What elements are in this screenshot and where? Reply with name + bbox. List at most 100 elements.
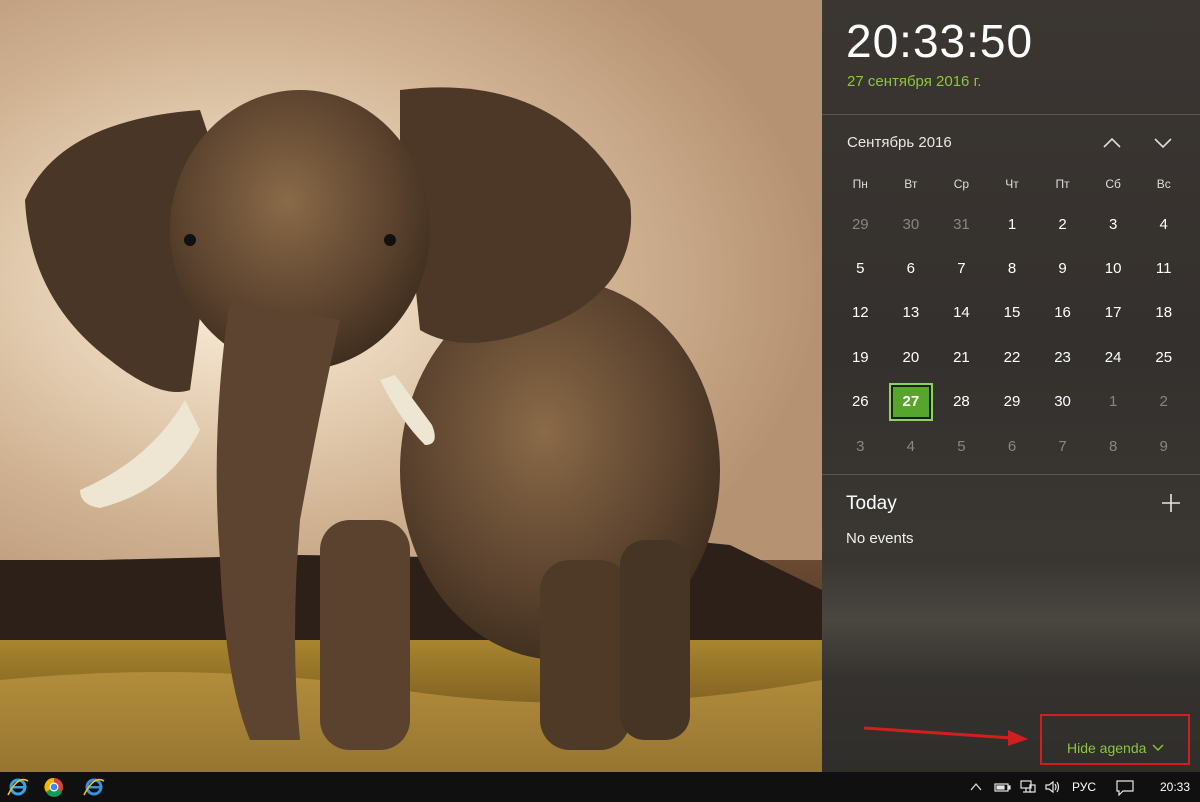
calendar-day[interactable]: 8 xyxy=(987,246,1038,290)
calendar-day[interactable]: 30 xyxy=(1037,380,1088,424)
calendar-day[interactable]: 15 xyxy=(987,291,1038,335)
calendar-day[interactable]: 28 xyxy=(936,380,987,424)
network-icon[interactable] xyxy=(1020,780,1036,794)
battery-icon[interactable] xyxy=(994,780,1011,794)
weekday-label: Вт xyxy=(904,177,918,191)
calendar-day[interactable]: 8 xyxy=(1088,424,1139,468)
divider xyxy=(822,114,1200,115)
taskbar-clock[interactable]: 20:33 xyxy=(1160,780,1190,794)
weekday-label: Пн xyxy=(852,177,868,191)
calendar-day[interactable]: 24 xyxy=(1088,335,1139,379)
desktop-wallpaper xyxy=(0,0,822,772)
calendar-day[interactable]: 5 xyxy=(835,246,886,290)
previous-month-button[interactable] xyxy=(1098,130,1126,156)
agenda-title: Today xyxy=(846,493,897,514)
calendar-day-number: 12 xyxy=(851,304,869,322)
calendar-flyout: 20:33:50 27 сентября 2016 г. Сентябрь 20… xyxy=(822,0,1200,772)
edge-icon[interactable] xyxy=(82,775,106,799)
calendar-day[interactable]: 5 xyxy=(936,424,987,468)
calendar-day-number: 6 xyxy=(906,260,916,278)
calendar-day[interactable]: 9 xyxy=(1138,424,1189,468)
volume-icon[interactable] xyxy=(1044,780,1060,794)
calendar-day-number: 1 xyxy=(1007,215,1017,233)
calendar-day-number: 14 xyxy=(953,304,970,322)
calendar-day[interactable]: 6 xyxy=(886,246,937,290)
calendar-day[interactable]: 14 xyxy=(936,291,987,335)
calendar-day[interactable]: 26 xyxy=(835,380,886,424)
calendar-day-number: 7 xyxy=(1058,437,1067,455)
calendar-day-number: 10 xyxy=(1104,260,1122,278)
calendar-day[interactable]: 2 xyxy=(1138,380,1189,424)
calendar-day-number: 29 xyxy=(1003,393,1021,411)
calendar-day[interactable]: 1 xyxy=(1088,380,1139,424)
calendar-day-number: 22 xyxy=(1003,348,1021,366)
calendar-day[interactable]: 30 xyxy=(886,202,937,246)
calendar-day-number: 27 xyxy=(902,393,920,411)
calendar-day[interactable]: 19 xyxy=(835,335,886,379)
calendar-day[interactable]: 9 xyxy=(1037,246,1088,290)
calendar-day[interactable]: 4 xyxy=(1138,202,1189,246)
chevron-up-icon xyxy=(970,783,982,791)
calendar-day-number: 23 xyxy=(1054,348,1071,366)
calendar-day[interactable]: 17 xyxy=(1088,291,1139,335)
calendar-day[interactable]: 18 xyxy=(1138,291,1189,335)
calendar-day-number: 5 xyxy=(856,260,865,278)
calendar-day-number: 3 xyxy=(856,437,865,455)
calendar-day-today[interactable]: 27 xyxy=(886,380,937,424)
chevron-down-icon xyxy=(1154,138,1172,149)
calendar-day[interactable]: 13 xyxy=(886,291,937,335)
calendar-day[interactable]: 7 xyxy=(1037,424,1088,468)
calendar-day[interactable]: 2 xyxy=(1037,202,1088,246)
calendar-day-number: 19 xyxy=(851,348,869,366)
calendar-day-number: 9 xyxy=(1159,437,1168,455)
input-language-indicator[interactable]: РУС xyxy=(1072,780,1096,794)
calendar-day[interactable]: 22 xyxy=(987,335,1038,379)
calendar-day[interactable]: 6 xyxy=(987,424,1038,468)
calendar-day-number: 16 xyxy=(1054,304,1071,322)
chevron-up-icon xyxy=(1103,137,1121,148)
calendar-day[interactable]: 29 xyxy=(987,380,1038,424)
calendar-day-number: 1 xyxy=(1108,393,1118,411)
month-label[interactable]: Сентябрь 2016 xyxy=(847,134,952,151)
calendar-day[interactable]: 23 xyxy=(1037,335,1088,379)
calendar-day[interactable]: 1 xyxy=(987,202,1038,246)
annotation-highlight-box xyxy=(1040,714,1190,765)
calendar-day[interactable]: 3 xyxy=(1088,202,1139,246)
weekday-label: Чт xyxy=(1005,177,1019,191)
calendar-day-number: 9 xyxy=(1058,260,1067,278)
calendar-day[interactable]: 25 xyxy=(1138,335,1189,379)
calendar-day-number: 18 xyxy=(1155,304,1173,322)
calendar-day-number: 21 xyxy=(953,348,970,366)
next-month-button[interactable] xyxy=(1149,130,1177,156)
calendar-day-number: 11 xyxy=(1155,260,1172,278)
calendar-day[interactable]: 16 xyxy=(1037,291,1088,335)
add-event-button[interactable] xyxy=(1158,490,1184,516)
calendar-day-number: 4 xyxy=(1159,215,1168,233)
calendar-day[interactable]: 12 xyxy=(835,291,886,335)
calendar-day[interactable]: 4 xyxy=(886,424,937,468)
chrome-icon[interactable] xyxy=(42,775,66,799)
weekday-header: Пн Вт Ср Чт Пт Сб Вс xyxy=(835,177,1189,191)
calendar-day[interactable]: 3 xyxy=(835,424,886,468)
calendar-day[interactable]: 7 xyxy=(936,246,987,290)
elephant-image xyxy=(0,0,822,772)
calendar-day-number: 30 xyxy=(1054,393,1071,411)
calendar-day[interactable]: 31 xyxy=(936,202,987,246)
calendar-day-number: 4 xyxy=(906,437,916,455)
full-date-link[interactable]: 27 сентября 2016 г. xyxy=(847,73,981,90)
calendar-day[interactable]: 10 xyxy=(1088,246,1139,290)
calendar-day[interactable]: 20 xyxy=(886,335,937,379)
internet-explorer-icon[interactable] xyxy=(6,775,30,799)
calendar-day-number: 25 xyxy=(1155,348,1173,366)
calendar-day[interactable]: 29 xyxy=(835,202,886,246)
calendar-day-number: 20 xyxy=(902,348,920,366)
show-hidden-icons-button[interactable] xyxy=(968,780,984,794)
action-center-icon[interactable] xyxy=(1116,780,1134,797)
calendar-day[interactable]: 21 xyxy=(936,335,987,379)
calendar-day-number: 17 xyxy=(1104,304,1122,322)
calendar-day-number: 3 xyxy=(1108,215,1118,233)
calendar-day[interactable]: 11 xyxy=(1138,246,1189,290)
calendar-day-number: 30 xyxy=(902,215,920,233)
calendar-day-number: 31 xyxy=(953,215,970,233)
calendar-day-number: 6 xyxy=(1007,437,1017,455)
